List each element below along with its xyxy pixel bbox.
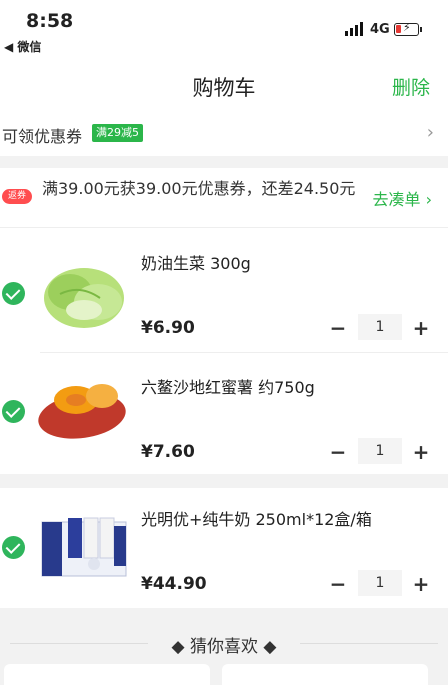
decrease-quantity-button[interactable]: −	[328, 442, 348, 462]
increase-quantity-button[interactable]: +	[411, 574, 431, 594]
section-title: ◆ 猜你喜欢 ◆	[171, 637, 277, 657]
back-to-wechat-link[interactable]: ◀ 微信	[4, 38, 41, 55]
cart-store-card: 光明优+纯牛奶 250ml*12盒/箱 ¥44.90 − 1 +	[0, 488, 448, 608]
cart-item: 六鳌沙地红蜜薯 约750g ¥7.60 − 1 +	[0, 354, 448, 474]
page-title: 购物车	[192, 76, 256, 100]
item-price: ¥44.90	[141, 574, 207, 594]
coupon-tag: 满29减5	[92, 124, 143, 142]
battery-icon: ⚡	[394, 21, 419, 36]
check-icon[interactable]	[2, 400, 25, 423]
increase-quantity-button[interactable]: +	[411, 318, 431, 338]
cart-item: 奶油生菜 300g ¥6.90 − 1 +	[0, 230, 448, 350]
promo-text: 满39.00元获39.00元优惠券，还差24.50元	[42, 179, 356, 198]
add-more-link[interactable]: 去凑单 ›	[373, 186, 433, 210]
item-price: ¥6.90	[141, 318, 195, 338]
status-time: 8:58	[26, 10, 74, 32]
item-price: ¥7.60	[141, 442, 195, 462]
quantity-value[interactable]: 1	[358, 314, 402, 340]
promo-row: 返券 满39.00元获39.00元优惠券，还差24.50元 去凑单 ›	[0, 168, 448, 228]
delete-button[interactable]: 删除	[392, 73, 430, 100]
guess-you-like-section: ◆ 猜你喜欢 ◆	[0, 612, 448, 685]
nav-bar: 购物车 删除	[0, 62, 448, 110]
milk-box-image[interactable]	[38, 512, 130, 580]
decrease-quantity-button[interactable]: −	[328, 574, 348, 594]
network-type: 4G	[370, 22, 390, 37]
item-divider	[40, 352, 448, 353]
decrease-quantity-button[interactable]: −	[328, 318, 348, 338]
cart-store-card: 返券 满39.00元获39.00元优惠券，还差24.50元 去凑单 › 奶油生菜…	[0, 168, 448, 474]
cart-item: 光明优+纯牛奶 250ml*12盒/箱 ¥44.90 − 1 +	[0, 488, 448, 608]
recommendation-card[interactable]	[4, 664, 210, 685]
coupon-label: 可领优惠券	[2, 127, 83, 146]
sweet-potato-image[interactable]	[36, 370, 130, 446]
promo-badge: 返券	[2, 189, 32, 204]
quantity-value[interactable]: 1	[358, 570, 402, 596]
item-name: 奶油生菜 300g	[141, 254, 251, 273]
chevron-right-icon: ›	[426, 122, 434, 143]
recommendation-card[interactable]	[222, 664, 428, 685]
item-name: 光明优+纯牛奶 250ml*12盒/箱	[141, 510, 372, 529]
status-bar: 8:58 ◀ 微信 4G ⚡	[0, 0, 448, 62]
check-icon[interactable]	[2, 536, 25, 559]
battery-tip	[420, 27, 422, 32]
quantity-value[interactable]: 1	[358, 438, 402, 464]
signal-icon	[345, 22, 365, 36]
increase-quantity-button[interactable]: +	[411, 442, 431, 462]
item-name: 六鳌沙地红蜜薯 约750g	[141, 378, 315, 397]
coupon-row[interactable]: 可领优惠券 满29减5 ›	[0, 110, 448, 156]
check-icon[interactable]	[2, 282, 25, 305]
lettuce-image[interactable]	[40, 254, 128, 334]
